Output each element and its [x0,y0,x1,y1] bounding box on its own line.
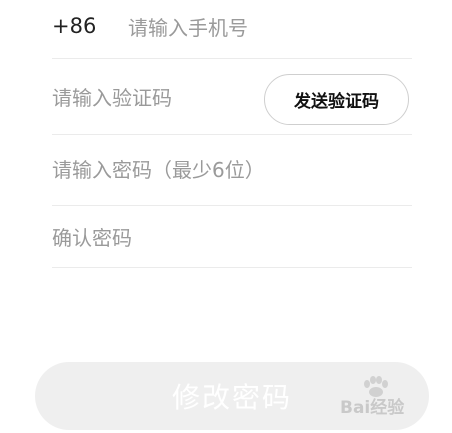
country-code-prefix[interactable]: +86 [52,14,96,38]
password-input[interactable] [52,155,372,185]
send-code-button[interactable]: 发送验证码 [264,74,409,125]
password-row [52,135,412,206]
watermark-text: Bai经验 [340,398,405,418]
verification-code-row: 发送验证码 [52,59,412,135]
confirm-password-row [52,206,412,268]
phone-input[interactable] [128,13,398,43]
verification-code-input[interactable] [52,83,252,113]
baidu-jingyan-watermark: Bai经验 [332,376,432,420]
confirm-password-input[interactable] [52,223,352,253]
phone-row: +86 [52,0,412,59]
